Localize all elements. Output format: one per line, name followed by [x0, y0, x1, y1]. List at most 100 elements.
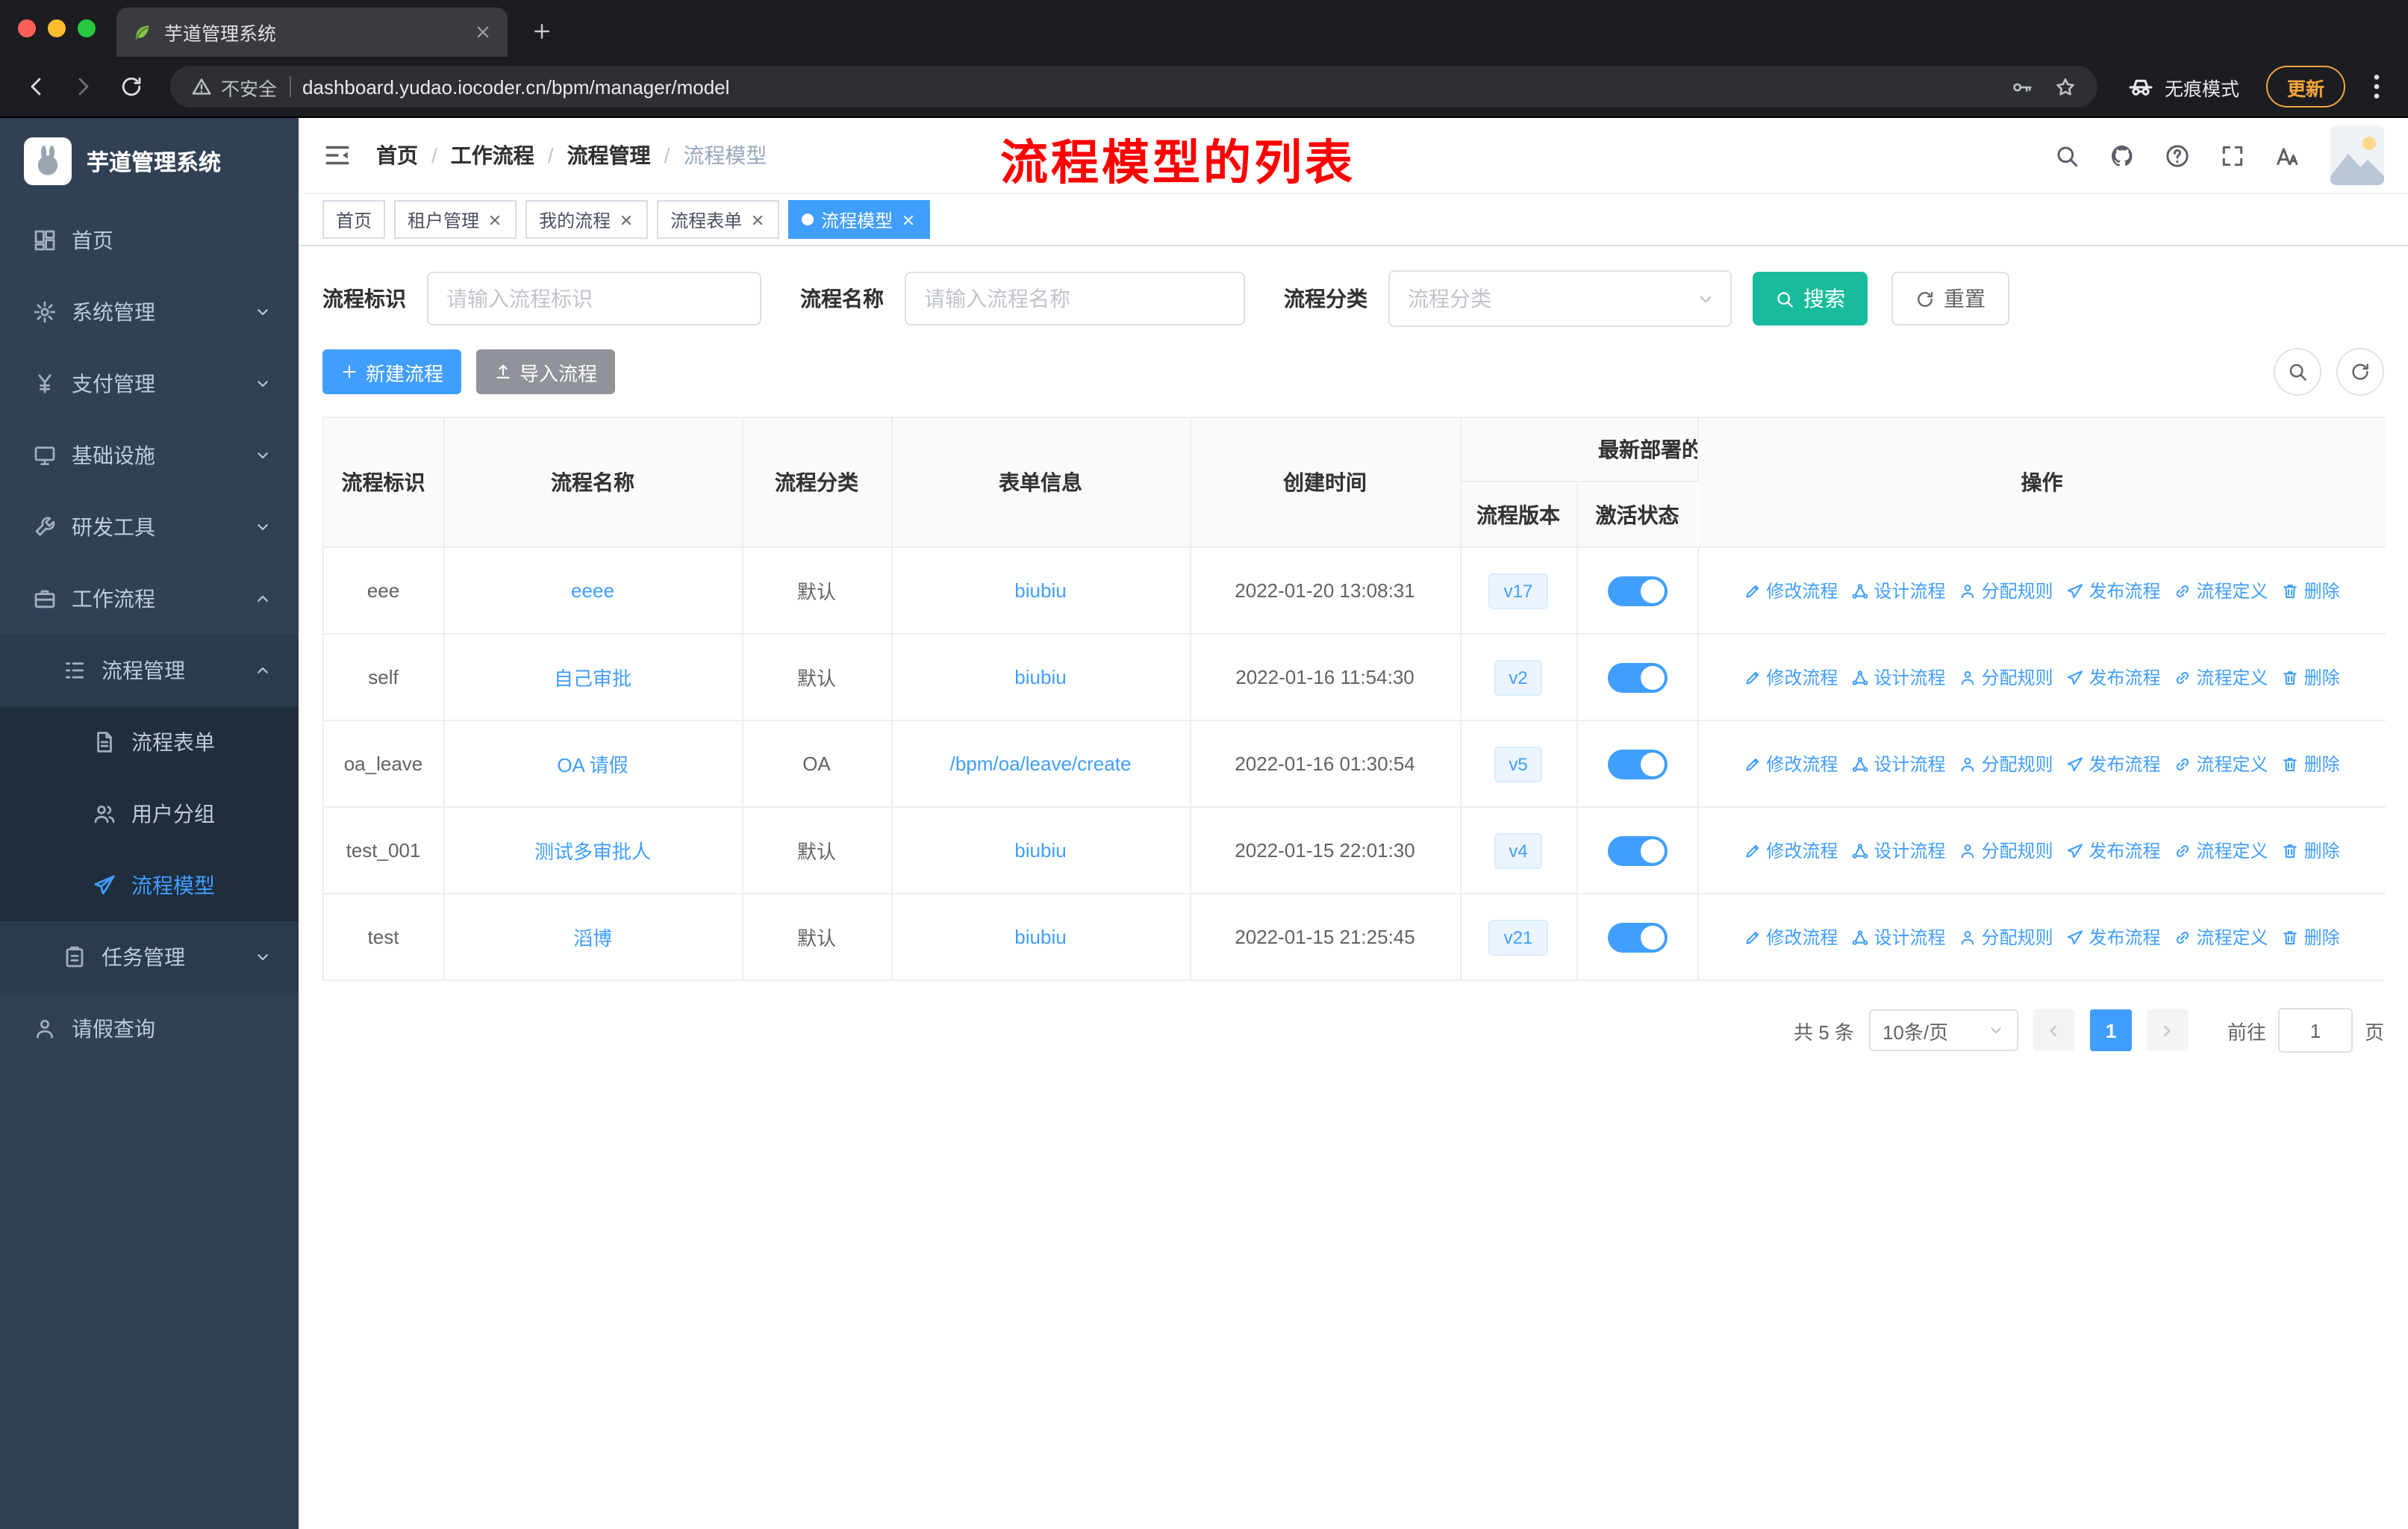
close-icon[interactable]: [487, 211, 503, 228]
action-design[interactable]: 设计流程: [1851, 578, 1945, 603]
close-icon[interactable]: [749, 211, 766, 228]
browser-menu-icon[interactable]: [2360, 70, 2393, 103]
app-logo[interactable]: 芋道管理系统: [0, 118, 299, 205]
process-name-input[interactable]: [905, 272, 1245, 326]
action-assign-rules[interactable]: 分配规则: [1959, 578, 2053, 603]
search-icon[interactable]: [2054, 143, 2080, 168]
browser-tab[interactable]: 芋道管理系统: [116, 7, 508, 57]
back-button[interactable]: [15, 66, 57, 108]
action-modify[interactable]: 修改流程: [1744, 751, 1838, 776]
prev-page-button[interactable]: [2033, 1009, 2075, 1051]
sidebar-item-workflow[interactable]: 工作流程: [0, 563, 299, 635]
refresh-table-button[interactable]: [2336, 348, 2384, 396]
font-size-icon[interactable]: [2275, 143, 2301, 168]
sidebar-item-process-management[interactable]: 流程管理: [0, 635, 299, 706]
sidebar-item-infrastructure[interactable]: 基础设施: [0, 420, 299, 491]
breadcrumb-item[interactable]: 流程管理: [567, 140, 651, 170]
form-info-link[interactable]: biubiu: [1014, 579, 1066, 602]
action-publish[interactable]: 发布流程: [2067, 751, 2161, 776]
action-assign-rules[interactable]: 分配规则: [1959, 924, 2053, 950]
process-name-link[interactable]: 自己审批: [554, 667, 631, 690]
view-tag-my-process[interactable]: 我的流程: [525, 200, 649, 239]
activation-toggle[interactable]: [1607, 922, 1667, 952]
action-modify[interactable]: 修改流程: [1744, 664, 1838, 690]
avatar[interactable]: [2330, 125, 2384, 185]
browser-update-button[interactable]: 更新: [2265, 66, 2345, 108]
action-publish[interactable]: 发布流程: [2067, 664, 2161, 690]
action-definition[interactable]: 流程定义: [2174, 838, 2268, 863]
action-delete[interactable]: 删除: [2282, 838, 2340, 863]
create-process-button[interactable]: 新建流程: [322, 349, 462, 394]
security-status[interactable]: 不安全: [191, 72, 277, 101]
sidebar-item-system-management[interactable]: 系统管理: [0, 276, 299, 348]
window-close-button[interactable]: [18, 19, 36, 37]
sidebar-fold-icon[interactable]: [322, 140, 352, 170]
help-icon[interactable]: [2165, 143, 2190, 168]
action-assign-rules[interactable]: 分配规则: [1959, 751, 2053, 776]
action-assign-rules[interactable]: 分配规则: [1959, 664, 2053, 690]
form-info-link[interactable]: biubiu: [1014, 666, 1066, 688]
process-name-link[interactable]: OA 请假: [557, 754, 628, 776]
window-zoom-button[interactable]: [78, 19, 96, 37]
sidebar-item-task-management[interactable]: 任务管理: [0, 921, 299, 993]
sidebar-item-payment-management[interactable]: 支付管理: [0, 348, 299, 420]
action-delete[interactable]: 删除: [2282, 578, 2340, 603]
process-name-link[interactable]: 滔博: [573, 927, 612, 950]
page-number-1[interactable]: 1: [2089, 1009, 2132, 1051]
close-icon[interactable]: [900, 211, 917, 228]
action-definition[interactable]: 流程定义: [2174, 578, 2268, 603]
action-delete[interactable]: 删除: [2282, 664, 2340, 690]
github-icon[interactable]: [2109, 143, 2135, 168]
action-modify[interactable]: 修改流程: [1744, 578, 1838, 603]
form-info-link[interactable]: /bpm/oa/leave/create: [950, 753, 1132, 775]
action-definition[interactable]: 流程定义: [2174, 751, 2268, 776]
page-size-select[interactable]: 10条/页: [1868, 1009, 2018, 1051]
action-modify[interactable]: 修改流程: [1744, 924, 1838, 950]
sidebar-item-user-group[interactable]: 用户分组: [0, 778, 299, 850]
reset-button[interactable]: 重置: [1891, 272, 2009, 326]
activation-toggle[interactable]: [1607, 576, 1667, 605]
action-design[interactable]: 设计流程: [1851, 751, 1945, 776]
view-tag-tenant-management[interactable]: 租户管理: [394, 200, 517, 239]
action-modify[interactable]: 修改流程: [1744, 838, 1838, 863]
goto-page-input[interactable]: [2277, 1008, 2353, 1053]
import-process-button[interactable]: 导入流程: [476, 349, 616, 394]
process-category-select[interactable]: 流程分类: [1388, 270, 1732, 327]
close-icon[interactable]: [618, 211, 634, 228]
activation-toggle[interactable]: [1607, 749, 1667, 779]
tab-close-icon[interactable]: [473, 22, 493, 42]
action-design[interactable]: 设计流程: [1851, 924, 1945, 950]
search-button[interactable]: 搜索: [1753, 272, 1868, 326]
action-publish[interactable]: 发布流程: [2067, 578, 2161, 603]
action-definition[interactable]: 流程定义: [2174, 924, 2268, 950]
password-key-icon[interactable]: [2011, 75, 2033, 98]
sidebar-item-dev-tools[interactable]: 研发工具: [0, 491, 299, 563]
forward-button[interactable]: [63, 66, 105, 108]
activation-toggle[interactable]: [1607, 835, 1667, 865]
fullscreen-icon[interactable]: [2220, 143, 2245, 168]
address-bar[interactable]: 不安全 dashboard.yudao.iocoder.cn/bpm/manag…: [170, 66, 2097, 108]
toggle-search-button[interactable]: [2274, 348, 2321, 396]
reload-button[interactable]: [110, 66, 152, 108]
sidebar-item-process-form[interactable]: 流程表单: [0, 706, 299, 778]
sidebar-item-leave-query[interactable]: 请假查询: [0, 993, 299, 1065]
process-key-input[interactable]: [427, 272, 761, 326]
next-page-button[interactable]: [2146, 1009, 2189, 1051]
window-minimize-button[interactable]: [48, 19, 66, 37]
view-tag-home[interactable]: 首页: [322, 200, 386, 239]
new-tab-button[interactable]: [523, 12, 561, 51]
process-name-link[interactable]: eeee: [571, 579, 614, 602]
action-definition[interactable]: 流程定义: [2174, 664, 2268, 690]
form-info-link[interactable]: biubiu: [1014, 926, 1066, 948]
action-assign-rules[interactable]: 分配规则: [1959, 838, 2053, 863]
action-publish[interactable]: 发布流程: [2067, 924, 2161, 950]
bookmark-star-icon[interactable]: [2054, 75, 2077, 98]
breadcrumb-item[interactable]: 工作流程: [451, 140, 534, 170]
sidebar-item-process-model[interactable]: 流程模型: [0, 850, 299, 921]
form-info-link[interactable]: biubiu: [1014, 839, 1066, 862]
activation-toggle[interactable]: [1607, 662, 1667, 692]
breadcrumb-item[interactable]: 首页: [376, 140, 418, 170]
action-publish[interactable]: 发布流程: [2067, 838, 2161, 863]
action-delete[interactable]: 删除: [2282, 751, 2340, 776]
view-tag-process-model[interactable]: 流程模型: [788, 200, 931, 239]
